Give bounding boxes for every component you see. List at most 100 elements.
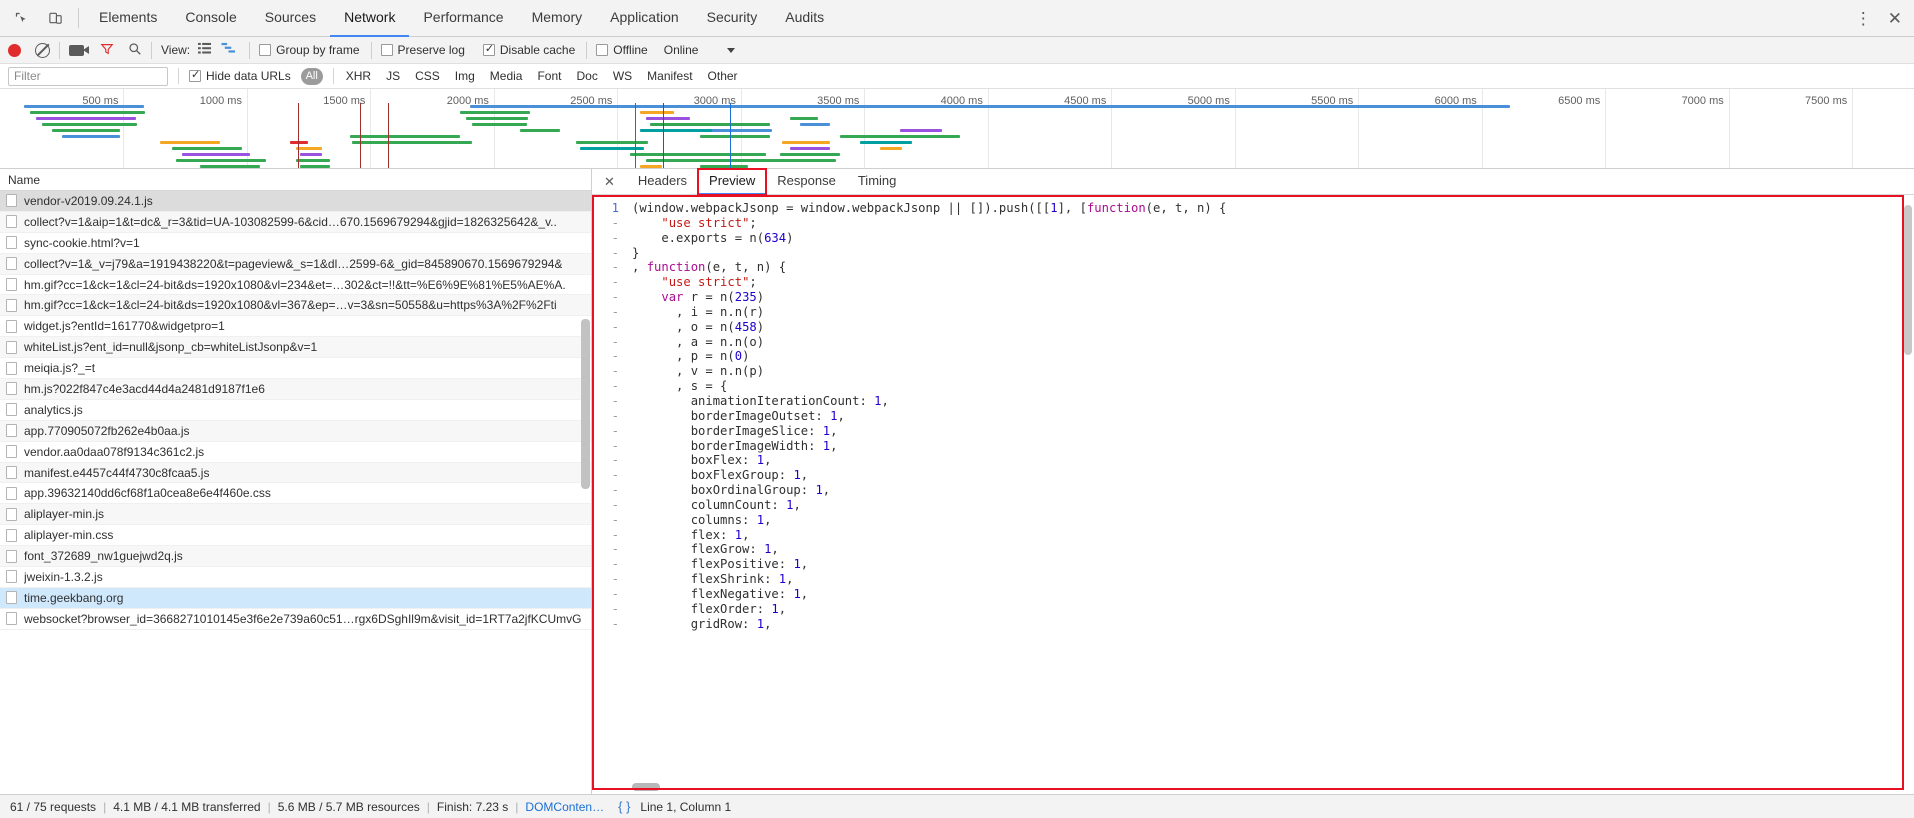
code-body[interactable]: (window.webpackJsonp = window.webpackJso… [626,195,1914,794]
preview-vertical-scrollbar[interactable] [1904,205,1912,355]
hide-data-urls-checkbox[interactable]: Hide data URLs [189,68,291,83]
table-row[interactable]: analytics.js [0,400,591,421]
code-line: flexGrow: 1, [632,542,779,557]
filter-type-font[interactable]: Font [537,69,561,83]
close-devtools-icon[interactable]: ✕ [1888,10,1902,27]
overview-request-bar [700,165,748,168]
table-row[interactable]: vendor.aa0daa078f9134c361c2.js [0,442,591,463]
hide-data-urls-box[interactable] [189,68,201,82]
pretty-print-braces-icon[interactable]: { } [618,799,630,814]
tab-security[interactable]: Security [693,0,772,37]
filter-type-manifest[interactable]: Manifest [647,69,692,83]
requests-scrollbar[interactable] [581,319,590,489]
table-row[interactable]: sync-cookie.html?v=1 [0,233,591,254]
code-line: flexOrder: 1, [632,601,787,616]
filter-type-css[interactable]: CSS [415,69,440,83]
table-row[interactable]: collect?v=1&_v=j79&a=1919438220&t=pagevi… [0,253,591,275]
file-icon [6,236,17,250]
detail-tabs: ✕ Headers Preview Response Timing [592,167,1914,196]
tab-application[interactable]: Application [596,0,693,37]
table-row[interactable]: font_372689_nw1guejwd2q.js [0,546,591,568]
preserve-log-box[interactable] [380,44,393,56]
request-name: hm.gif?cc=1&ck=1&cl=24-bit&ds=1920x1080&… [24,277,566,292]
record-button[interactable] [8,43,21,57]
code-line: boxFlex: 1, [632,453,772,468]
table-row[interactable]: meiqia.js?_=t [0,358,591,380]
overview-request-bar [860,141,912,144]
group-by-frame-box[interactable] [259,44,272,56]
overview-request-bar [786,159,836,162]
table-row[interactable]: collect?v=1&aip=1&t=dc&_r=3&tid=UA-10308… [0,211,591,233]
filter-type-js[interactable]: JS [386,69,400,83]
line-number: - [611,497,619,512]
group-by-frame-checkbox[interactable]: Group by frame [259,43,360,57]
filter-type-xhr[interactable]: XHR [346,69,371,83]
tab-preview[interactable]: Preview [697,167,768,196]
column-header-name[interactable]: Name [0,169,591,191]
table-row[interactable]: aliplayer-min.css [0,525,591,547]
file-icon [6,257,17,271]
table-row[interactable]: aliplayer-min.js [0,504,591,526]
table-row[interactable]: manifest.e4457c44f4730c8fcaa5.js [0,462,591,484]
filter-type-ws[interactable]: WS [613,69,632,83]
throttling-select[interactable]: Online [664,43,736,57]
device-toolbar-icon[interactable] [44,7,66,29]
preview-content[interactable]: 1---------------------------- (window.we… [592,195,1914,794]
list-view-icon[interactable] [197,42,212,58]
filter-type-img[interactable]: Img [455,69,475,83]
requests-list[interactable]: vendor-v2019.09.24.1.js collect?v=1&aip=1… [0,191,591,794]
tab-memory[interactable]: Memory [518,0,597,37]
tab-response[interactable]: Response [766,169,847,195]
tab-network[interactable]: Network [330,0,410,37]
tab-elements[interactable]: Elements [85,0,171,37]
code-line: boxOrdinalGroup: 1, [632,483,831,498]
offline-box[interactable] [596,44,609,56]
tab-audits[interactable]: Audits [771,0,838,37]
search-icon[interactable] [128,42,142,59]
tab-headers[interactable]: Headers [627,169,698,195]
filter-type-other[interactable]: Other [708,69,738,83]
clear-button[interactable] [35,42,50,58]
filter-funnel-icon[interactable] [100,42,114,59]
table-row[interactable]: vendor-v2019.09.24.1.js [0,191,591,212]
table-row[interactable]: app.39632140dd6cf68f1a0cea8e6e4f460e.css [0,483,591,505]
table-row[interactable]: hm.js?022f847c4e3acd44d4a2481d9187f1e6 [0,379,591,400]
more-options-icon[interactable]: ⋮ [1855,10,1872,27]
table-row[interactable]: whiteList.js?ent_id=null&jsonp_cb=whiteL… [0,337,591,359]
search-input[interactable] [8,66,168,86]
code-line: , function(e, t, n) { [632,260,787,275]
tab-console[interactable]: Console [171,0,250,37]
preview-horizontal-scrollbar[interactable] [632,783,660,791]
tab-performance[interactable]: Performance [409,0,517,37]
camera-icon[interactable] [69,44,89,56]
overview-event-marker [298,103,299,168]
disable-cache-box[interactable] [482,42,495,56]
filter-type-all[interactable]: All [300,67,323,85]
table-row[interactable]: hm.gif?cc=1&ck=1&cl=24-bit&ds=1920x1080&… [0,295,591,317]
table-row[interactable]: jweixin-1.3.2.js [0,567,591,588]
request-name: aliplayer-min.js [24,507,105,522]
line-number: - [611,542,619,557]
file-icon [6,403,17,417]
table-row[interactable]: hm.gif?cc=1&ck=1&cl=24-bit&ds=1920x1080&… [0,275,591,296]
tab-sources[interactable]: Sources [251,0,330,37]
filter-type-media[interactable]: Media [490,69,523,83]
code-line: e.exports = n(634) [632,230,794,245]
table-row[interactable]: widget.js?entId=161770&widgetpro=1 [0,316,591,338]
table-row[interactable]: websocket?browser_id=3668271010145e3f6e2… [0,609,591,630]
table-row[interactable]: time.geekbang.org [0,587,591,609]
table-row[interactable]: app.770905072fb262e4b0aa.js [0,420,591,442]
close-detail-icon[interactable]: ✕ [604,174,615,190]
file-icon [6,466,17,480]
chevron-down-icon[interactable] [727,47,736,53]
tab-timing[interactable]: Timing [847,169,908,195]
filter-type-doc[interactable]: Doc [576,69,597,83]
offline-checkbox[interactable]: Offline [596,43,648,57]
disable-cache-checkbox[interactable]: Disable cache [482,42,575,57]
inspect-element-icon[interactable] [10,7,32,29]
waterfall-view-icon[interactable] [221,42,236,58]
network-overview[interactable]: 500 ms 1000 ms 1500 ms 2000 ms 2500 ms 3000 m… [0,89,1914,169]
overview-request-bar [466,117,528,120]
overview-request-bar [640,111,674,114]
preserve-log-checkbox[interactable]: Preserve log [380,43,465,57]
